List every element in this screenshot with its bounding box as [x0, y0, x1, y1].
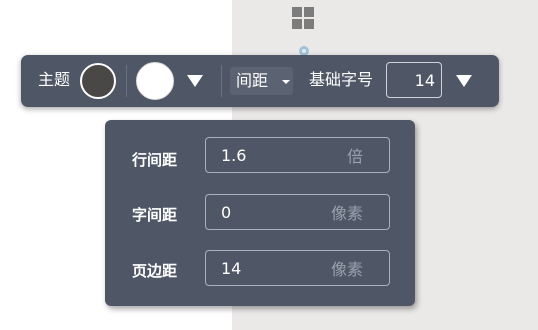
font-size-value: 14	[414, 71, 435, 90]
chevron-down-icon	[282, 80, 290, 84]
format-toolbar: 主题 间距 基础字号 14	[21, 55, 499, 107]
line-spacing-unit: 倍	[346, 147, 363, 166]
page-margin-unit: 像素	[330, 260, 363, 279]
divider	[126, 65, 127, 97]
divider	[221, 65, 222, 97]
spacing-button[interactable]: 间距	[230, 67, 293, 95]
spacing-label: 间距	[236, 71, 269, 90]
line-spacing-input[interactable]: 1.6 倍	[205, 137, 390, 173]
letter-spacing-label: 字间距	[132, 206, 178, 224]
color-dropdown-icon[interactable]	[187, 75, 203, 87]
letter-spacing-input[interactable]: 0 像素	[205, 194, 390, 230]
base-font-label: 基础字号	[309, 70, 374, 89]
page-margin-value: 14	[221, 259, 242, 278]
font-size-input[interactable]: 14	[386, 62, 442, 98]
letter-spacing-unit: 像素	[330, 204, 363, 223]
page-margin-label: 页边距	[132, 262, 178, 280]
theme-color-swatch[interactable]	[80, 63, 116, 99]
gear-icon	[299, 46, 309, 55]
line-spacing-value: 1.6	[221, 146, 247, 165]
color-picker-swatch[interactable]	[136, 62, 174, 100]
theme-label: 主题	[38, 70, 71, 89]
page-margin-input[interactable]: 14 像素	[205, 250, 390, 286]
grid-icon[interactable]	[292, 7, 314, 29]
font-size-dropdown-icon[interactable]	[456, 75, 472, 87]
line-spacing-label: 行间距	[132, 151, 178, 169]
letter-spacing-value: 0	[221, 203, 232, 222]
spacing-panel: 行间距 1.6 倍 字间距 0 像素 页边距 14 像素	[105, 120, 415, 306]
